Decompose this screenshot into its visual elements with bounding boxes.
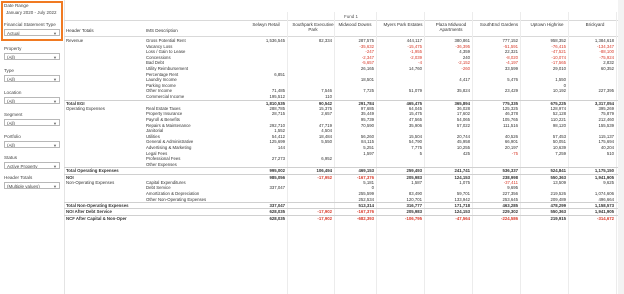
status-label: Status <box>4 155 18 160</box>
highlight-box <box>1 1 63 41</box>
header-totals-column-header: Header Totals <box>66 28 94 33</box>
column-header[interactable]: Uptown Highrise <box>526 22 568 27</box>
filter-sidebar: Date Range January 2020 - July 2022 Fina… <box>0 0 65 294</box>
divider <box>64 36 624 37</box>
property-value: (All) <box>7 55 15 60</box>
type-label: Type <box>4 68 14 73</box>
header-totals-select[interactable]: (Multiple values) ▼ <box>4 182 60 189</box>
status-value: Active Property <box>7 164 38 169</box>
row-group-label: NCF After Capital & Non-Oper <box>66 215 127 221</box>
table-cell: -106,795 <box>405 215 422 221</box>
table-cell: -224,586 <box>501 215 518 221</box>
income-statement-table: Fund 1 Header Totals IMS Description Sel… <box>64 0 624 294</box>
type-select[interactable]: (All) ▼ <box>4 75 60 82</box>
header-totals-value: (Multiple values) <box>7 184 40 189</box>
property-select[interactable]: (All) ▼ <box>4 53 60 60</box>
property-label: Property <box>4 46 22 51</box>
portfolio-label: Portfolio <box>4 134 21 139</box>
chevron-down-icon: ▼ <box>53 121 57 126</box>
table-row: NCF After Capital & Non-Oper 628,035 -17,9… <box>64 214 624 222</box>
header-totals-label: Header Totals <box>4 175 33 180</box>
chevron-down-icon: ▼ <box>53 99 57 104</box>
location-label: Location <box>4 90 22 95</box>
scrollbar[interactable] <box>618 0 624 294</box>
type-value: (All) <box>7 77 15 82</box>
column-header[interactable]: Myers Park Estates <box>382 22 424 27</box>
portfolio-select[interactable]: (All) ▼ <box>4 141 60 148</box>
divider <box>64 20 624 21</box>
fund-header: Fund 1 <box>344 14 359 19</box>
table-cell: -682,393 <box>357 215 374 221</box>
column-header[interactable]: Southpark Executive Park <box>292 22 334 32</box>
chevron-down-icon: ▼ <box>53 143 57 148</box>
chevron-down-icon: ▼ <box>53 77 57 82</box>
table-cell: -17,902 <box>317 215 332 221</box>
location-value: (All) <box>7 99 15 104</box>
table-cell: -314,672 <box>597 215 614 221</box>
segment-label: Segment <box>4 112 23 117</box>
column-header[interactable]: Selwyn Retail <box>245 22 287 27</box>
location-select[interactable]: (All) ▼ <box>4 97 60 104</box>
column-header[interactable]: Plaza Midwood Apartments <box>430 22 472 32</box>
column-header[interactable]: Midwood Downs <box>334 22 376 27</box>
status-select[interactable]: Active Property ▼ <box>4 162 60 169</box>
segment-value: (All) <box>7 121 15 126</box>
portfolio-value: (All) <box>7 143 15 148</box>
table-cell: 628,035 <box>269 215 285 221</box>
chevron-down-icon: ▼ <box>53 164 57 169</box>
chevron-down-icon: ▼ <box>53 55 57 60</box>
chevron-down-icon: ▼ <box>53 184 57 189</box>
ims-description-column-header: IMS Description <box>146 28 178 33</box>
table-cell: -47,564 <box>455 215 470 221</box>
segment-select[interactable]: (All) ▼ <box>4 119 60 126</box>
table-cell: 219,915 <box>550 215 566 221</box>
column-header[interactable]: Brickyard <box>574 22 616 27</box>
column-header[interactable]: SouthEnd Gardens <box>478 22 520 27</box>
